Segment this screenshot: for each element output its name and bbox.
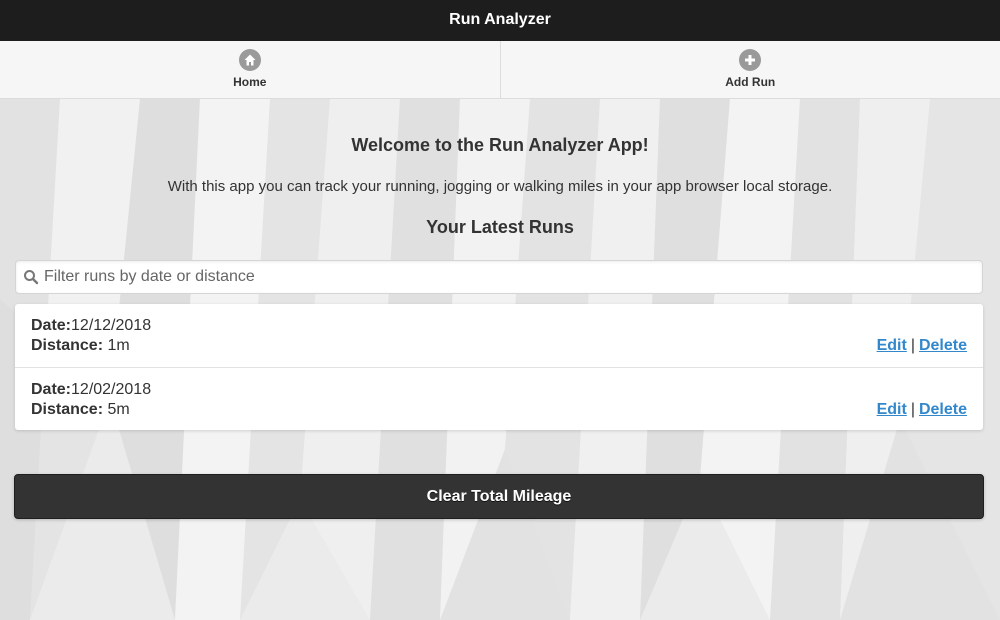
nav-bar: Home Add Run [0,41,1000,99]
nav-item-home[interactable]: Home [0,41,500,98]
run-list-item: Date:12/02/2018 Distance: 5m Edit | Delete [15,367,983,430]
home-icon [238,49,261,71]
welcome-heading: Welcome to the Run Analyzer App! [351,135,649,155]
latest-runs-heading: Your Latest Runs [426,217,574,237]
run-list: Date:12/12/2018 Distance: 1m Edit | Delete… [15,304,983,430]
edit-run-link[interactable]: Edit [877,401,907,418]
nav-item-add-run[interactable]: Add Run [499,41,1000,98]
delete-run-link[interactable]: Delete [919,337,967,354]
search-icon [23,269,39,285]
date-label: Date: [31,317,72,334]
search-box [15,260,983,294]
intro-text: With this app you can track your running… [167,178,833,195]
run-distance: 1m [107,337,130,354]
main-content: Welcome to the Run Analyzer App! With th… [0,99,1000,620]
clear-total-mileage-button[interactable]: Clear Total Mileage [14,474,984,519]
app-title: Run Analyzer [449,11,551,28]
distance-label: Distance: [31,401,104,418]
plus-icon [739,49,762,71]
run-distance: 5m [107,401,130,418]
delete-run-link[interactable]: Delete [919,401,967,418]
run-actions: Edit | Delete [877,336,967,356]
run-list-item: Date:12/12/2018 Distance: 1m Edit | Delete [15,304,983,367]
edit-run-link[interactable]: Edit [877,337,907,354]
run-date: 12/02/2018 [71,381,152,398]
nav-item-home-label: Home [233,75,267,89]
run-actions: Edit | Delete [877,400,967,420]
action-separator: | [910,401,915,418]
distance-label: Distance: [31,337,104,354]
action-separator: | [910,337,915,354]
filter-runs-input[interactable] [44,262,964,292]
nav-item-add-run-label: Add Run [725,75,776,89]
date-label: Date: [31,381,72,398]
run-date: 12/12/2018 [71,317,152,334]
app-header: Run Analyzer [0,0,1000,41]
